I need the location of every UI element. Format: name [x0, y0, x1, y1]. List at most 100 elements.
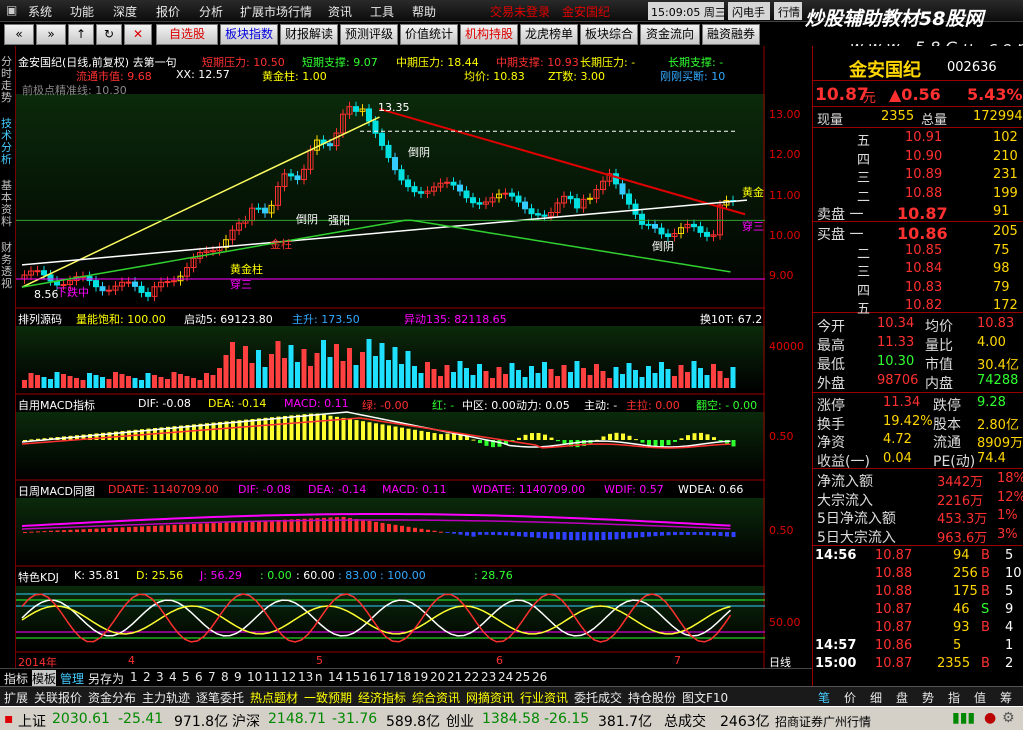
toolbar-tab-1[interactable]: 板块指数 — [220, 24, 278, 45]
indicator-tab-15[interactable]: 12 — [281, 670, 296, 684]
trade-login-link[interactable]: 交易未登录 — [490, 3, 550, 20]
function-tab-8[interactable]: 综合资讯 — [412, 689, 460, 706]
indicator-tab-26[interactable]: 22 — [464, 670, 479, 684]
indicator-tab-29[interactable]: 25 — [515, 670, 530, 684]
flash-trade-button[interactable]: 闪电手 — [728, 2, 770, 20]
kline-candle-97 — [652, 223, 658, 229]
indicator-tab-14[interactable]: 11 — [264, 670, 279, 684]
quote-tab-1[interactable]: 价 — [844, 689, 856, 706]
week-macd-bar-22 — [166, 525, 170, 532]
menu-help[interactable]: 帮助 — [412, 3, 436, 20]
menu-function[interactable]: 功能 — [70, 3, 94, 20]
tab-financial[interactable]: 财务透视 — [1, 242, 15, 290]
week-macd-bar-69 — [471, 532, 476, 537]
indicator-tab-11[interactable]: 8 — [221, 670, 229, 684]
price-tick-9: 9.00 — [769, 269, 794, 282]
quote-exec-button[interactable]: 行情 — [774, 2, 802, 20]
function-tab-11[interactable]: 委托成交 — [574, 689, 622, 706]
quote-tab-5[interactable]: 指 — [948, 689, 960, 706]
indicator-tab-13[interactable]: 10 — [247, 670, 262, 684]
toolbar-tab-3[interactable]: 预测评级 — [340, 24, 398, 45]
quote-tab-4[interactable]: 势 — [922, 689, 934, 706]
indicator-tab-3[interactable]: 另存为 — [88, 670, 124, 687]
menu-tools[interactable]: 工具 — [370, 3, 394, 20]
tab-technical-analysis[interactable]: 技术分析 — [1, 118, 15, 166]
indicator-tab-12[interactable]: 9 — [234, 670, 242, 684]
function-tab-13[interactable]: 图文F10 — [682, 689, 728, 706]
indicator-tab-17[interactable]: n — [315, 670, 323, 684]
chart-area[interactable]: 金安国纪(日线,前复权) 去第一句 短期压力: 10.50 短期支撑: 9.07… — [16, 46, 765, 669]
stock-name-link[interactable]: 金安国纪 — [562, 3, 610, 20]
indicator-tab-5[interactable]: 2 — [143, 670, 151, 684]
flow-label-3: 5日大宗流入 — [817, 529, 896, 546]
indicator-tab-28[interactable]: 24 — [498, 670, 513, 684]
toolbar-tab-2[interactable]: 财报解读 — [280, 24, 338, 45]
indicator-tab-23[interactable]: 19 — [413, 670, 428, 684]
stop-button[interactable]: ✕ — [124, 24, 152, 45]
menu-system[interactable]: 系统 — [28, 3, 52, 20]
function-tab-0[interactable]: 扩展 — [4, 689, 28, 706]
indicator-tab-20[interactable]: 16 — [362, 670, 377, 684]
forward-button[interactable]: » — [36, 24, 66, 45]
indicator-tab-7[interactable]: 4 — [169, 670, 177, 684]
quote-tab-0[interactable]: 笔 — [818, 689, 830, 706]
indicator-tab-16[interactable]: 13 — [298, 670, 313, 684]
indicator-tab-21[interactable]: 17 — [379, 670, 394, 684]
indicator-tab-6[interactable]: 3 — [156, 670, 164, 684]
indicator-tab-8[interactable]: 5 — [182, 670, 190, 684]
divider — [813, 106, 1023, 107]
indicator-tab-2[interactable]: 管理 — [60, 670, 84, 687]
back-button[interactable]: « — [4, 24, 34, 45]
function-tab-7[interactable]: 经济指标 — [358, 689, 406, 706]
toolbar-tab-9[interactable]: 融资融券 — [702, 24, 760, 45]
function-tab-4[interactable]: 逐笔委托 — [196, 689, 244, 706]
menu-extended-market[interactable]: 扩展市场行情 — [240, 3, 312, 20]
tab-intraday[interactable]: 分时走势 — [1, 56, 15, 104]
ask-level-3: 二 — [857, 189, 871, 205]
function-tab-1[interactable]: 关联报价 — [34, 689, 82, 706]
alarm-icon[interactable]: ● — [984, 710, 996, 726]
indicator-tab-10[interactable]: 7 — [208, 670, 216, 684]
menu-analysis[interactable]: 分析 — [199, 3, 223, 20]
menu-quote[interactable]: 报价 — [156, 3, 180, 20]
refresh-button[interactable]: ↻ — [96, 24, 122, 45]
up-button[interactable]: ↑ — [68, 24, 94, 45]
menu-news[interactable]: 资讯 — [328, 3, 352, 20]
quote-tab-7[interactable]: 筹 — [1000, 689, 1012, 706]
function-tab-3[interactable]: 主力轨迹 — [142, 689, 190, 706]
toolbar-tab-6[interactable]: 龙虎榜单 — [520, 24, 578, 45]
function-tab-2[interactable]: 资金分布 — [88, 689, 136, 706]
indicator-tab-25[interactable]: 21 — [447, 670, 462, 684]
function-tab-5[interactable]: 热点题材 — [250, 689, 298, 706]
volume-bar-12 — [100, 377, 105, 388]
indicator-tab-24[interactable]: 20 — [430, 670, 445, 684]
indicator-tab-22[interactable]: 18 — [396, 670, 411, 684]
settings-icon[interactable]: ⚙ — [1002, 710, 1015, 726]
kline-candle-95 — [639, 213, 645, 225]
indicator-tab-0[interactable]: 指标 — [4, 670, 28, 687]
toolbar-tab-8[interactable]: 资金流向 — [640, 24, 700, 45]
function-tab-6[interactable]: 一致预期 — [304, 689, 352, 706]
indicator-tab-1[interactable]: 模板 — [32, 670, 57, 687]
toolbar-tab-4[interactable]: 价值统计 — [400, 24, 458, 45]
indicator-tab-9[interactable]: 6 — [195, 670, 203, 684]
indicator-tab-19[interactable]: 15 — [345, 670, 360, 684]
toolbar-tab-7[interactable]: 板块综合 — [580, 24, 638, 45]
quote-tab-6[interactable]: 值 — [974, 689, 986, 706]
menu-depth[interactable]: 深度 — [113, 3, 137, 20]
toolbar-tab-0[interactable]: 自选股 — [156, 24, 218, 45]
indicator-tab-18[interactable]: 14 — [328, 670, 343, 684]
quote-tab-3[interactable]: 盘 — [896, 689, 908, 706]
indicator-tab-30[interactable]: 26 — [532, 670, 547, 684]
indicator-tab-27[interactable]: 23 — [481, 670, 496, 684]
function-tab-10[interactable]: 行业资讯 — [520, 689, 568, 706]
week-macd-bar-90 — [608, 532, 612, 540]
low-price-label: 8.56 — [34, 288, 59, 301]
function-tab-9[interactable]: 网摘资讯 — [466, 689, 514, 706]
tab-basic-info[interactable]: 基本资料 — [1, 180, 15, 228]
quote-tab-2[interactable]: 细 — [870, 689, 882, 706]
indicator-tab-4[interactable]: 1 — [130, 670, 138, 684]
volume-bar-53 — [366, 339, 372, 388]
toolbar-tab-5[interactable]: 机构持股 — [460, 24, 518, 45]
function-tab-12[interactable]: 持仓股份 — [628, 689, 676, 706]
